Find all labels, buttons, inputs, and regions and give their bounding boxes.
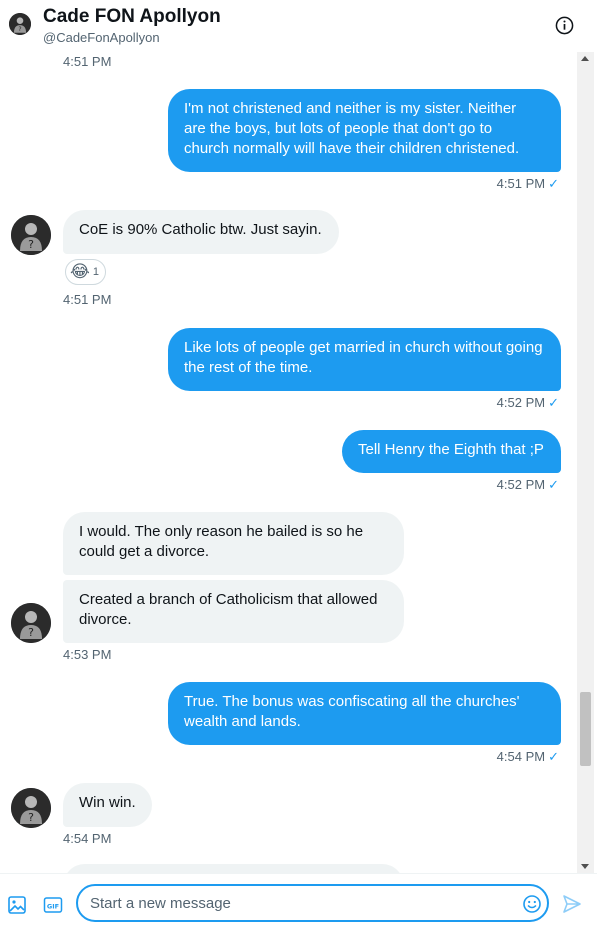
check-icon: ✓ [548, 395, 559, 410]
svg-text:?: ? [18, 26, 21, 33]
contact-avatar[interactable]: ? [9, 13, 31, 35]
scrollbar-thumb[interactable] [580, 692, 591, 766]
received-message-partial[interactable] [63, 864, 404, 873]
scrollbar[interactable] [577, 52, 594, 873]
received-message[interactable]: I would. The only reason he bailed is so… [63, 512, 404, 575]
message-timestamp: 4:51 PM [63, 54, 112, 69]
contact-handle[interactable]: @CadeFonApollyon [43, 30, 160, 45]
info-icon[interactable] [555, 16, 574, 35]
received-message[interactable]: Win win. [63, 783, 152, 827]
sent-message[interactable]: I'm not christened and neither is my sis… [168, 89, 561, 172]
reaction-badge[interactable]: 😂 1 [65, 259, 106, 285]
svg-text:?: ? [28, 238, 34, 251]
message-meta: 4:51 PM ✓ [497, 176, 559, 192]
laughing-emoji-icon: 😂 [70, 262, 90, 281]
message-meta: 4:54 PM ✓ [497, 749, 559, 765]
sent-message[interactable]: Tell Henry the Eighth that ;P [342, 430, 561, 473]
check-icon: ✓ [548, 176, 559, 191]
message-composer: GIF [0, 873, 597, 925]
contact-avatar[interactable]: ? [11, 603, 51, 643]
message-meta: 4:52 PM ✓ [497, 477, 559, 493]
conversation-header: ? Cade FON Apollyon @CadeFonApollyon [0, 0, 597, 52]
check-icon: ✓ [548, 749, 559, 764]
received-message[interactable]: CoE is 90% Catholic btw. Just sayin. [63, 210, 339, 254]
sent-message[interactable]: True. The bonus was confiscating all the… [168, 682, 561, 745]
scroll-up-arrow-icon[interactable] [581, 56, 589, 61]
svg-text:?: ? [28, 811, 34, 824]
svg-text:?: ? [28, 626, 34, 639]
message-timestamp: 4:52 PM [496, 477, 546, 492]
message-timestamp: 4:51 PM [63, 292, 112, 307]
emoji-icon[interactable] [522, 894, 542, 914]
message-timestamp: 4:54 PM [496, 749, 546, 764]
image-icon[interactable] [7, 895, 27, 915]
message-timestamp: 4:52 PM [496, 395, 546, 410]
message-list[interactable]: 4:51 PM I'm not christened and neither i… [0, 52, 577, 873]
scroll-down-arrow-icon[interactable] [581, 864, 589, 869]
message-timestamp: 4:54 PM [63, 831, 112, 846]
send-icon[interactable] [562, 894, 582, 914]
message-input[interactable] [76, 884, 549, 922]
message-timestamp: 4:53 PM [63, 647, 112, 662]
contact-name[interactable]: Cade FON Apollyon [43, 6, 221, 28]
message-meta: 4:52 PM ✓ [497, 395, 559, 411]
received-message[interactable]: Created a branch of Catholicism that all… [63, 580, 404, 643]
contact-avatar[interactable]: ? [11, 788, 51, 828]
check-icon: ✓ [548, 477, 559, 492]
reaction-count: 1 [92, 266, 99, 278]
contact-avatar[interactable]: ? [11, 215, 51, 255]
gif-label: GIF [47, 903, 59, 911]
sent-message[interactable]: Like lots of people get married in churc… [168, 328, 561, 391]
gif-icon[interactable]: GIF [43, 895, 63, 915]
message-timestamp: 4:51 PM [496, 176, 546, 191]
